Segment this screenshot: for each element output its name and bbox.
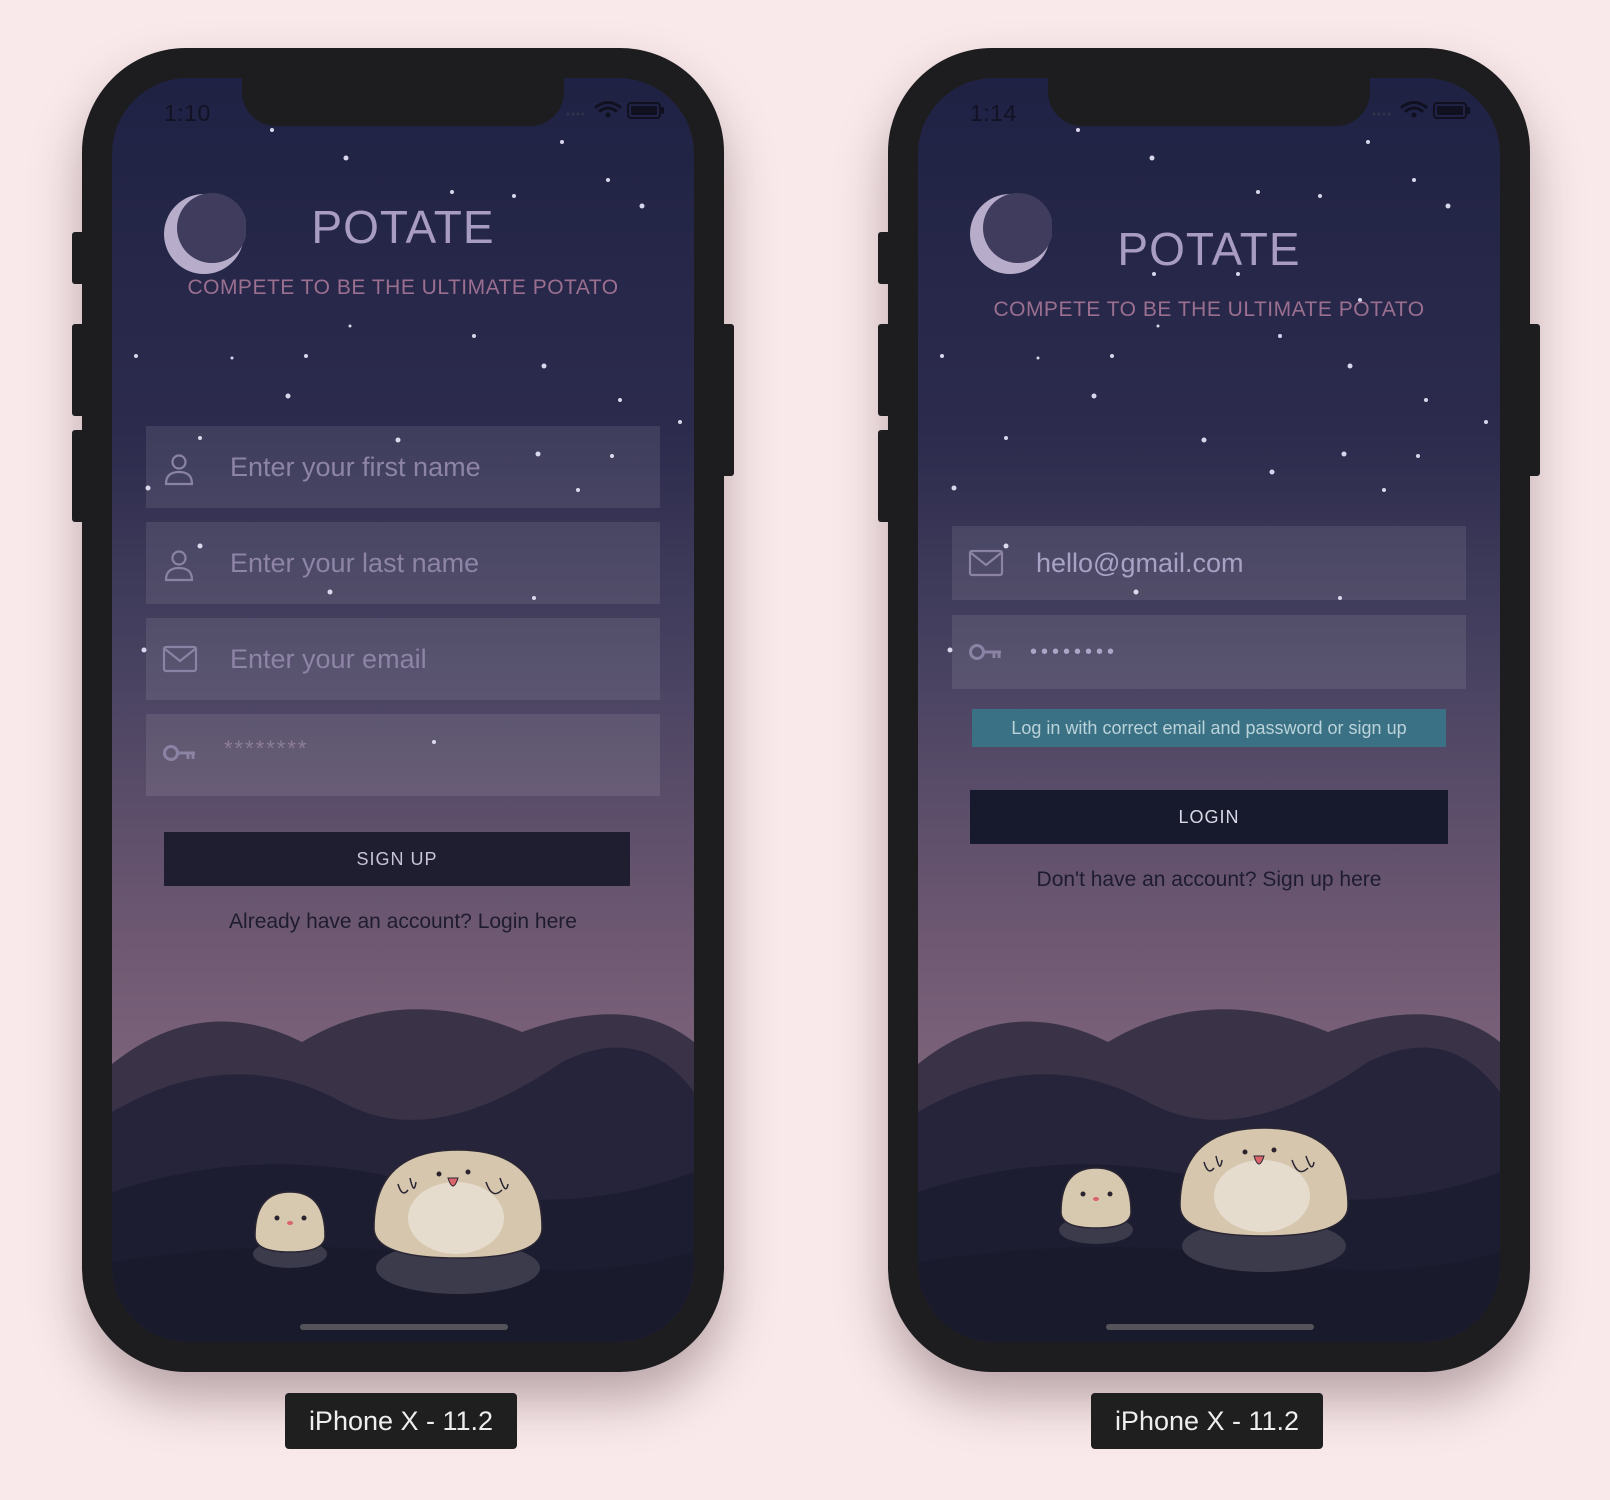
device-label-right: iPhone X - 11.2 [1091,1393,1323,1449]
phone-signup: 1:10 POTATE COMPETE TO BE THE ULTIMATE P… [72,48,734,1372]
email-field[interactable]: hello@gmail.com [952,526,1466,600]
last-name-field[interactable]: Enter your last name [146,522,660,604]
battery-icon [627,102,664,119]
phone-login: 1:14 POTATE COMPETE TO BE THE ULTIMATE P… [878,48,1540,1372]
hills-potato-illustration [112,1009,694,1342]
hills-potato-illustration [918,1009,1500,1342]
device-label-left: iPhone X - 11.2 [285,1393,517,1449]
signal-icon [566,112,585,116]
battery-icon [1433,102,1470,119]
key-icon [163,745,195,761]
notch [242,78,564,126]
big-potato [373,1149,543,1294]
login-screen: 1:14 POTATE COMPETE TO BE THE ULTIMATE P… [918,78,1500,1342]
app-title: POTATE [311,201,495,253]
app-title: POTATE [1117,223,1301,275]
user-icon [164,550,194,582]
email-value: hello@gmail.com [1036,548,1244,578]
status-time: 1:14 [970,100,1017,126]
last-name-placeholder: Enter your last name [230,548,480,578]
password-field[interactable]: ******** [146,714,660,796]
small-potato [253,1191,327,1268]
email-field[interactable]: Enter your email [146,618,660,700]
first-name-placeholder: Enter your first name [230,452,481,482]
email-placeholder: Enter your email [230,644,427,674]
password-field[interactable]: •••••••• [952,615,1466,689]
sign-up-button[interactable]: SIGN UP [164,832,630,886]
wifi-icon [594,101,622,113]
status-icons [562,98,672,129]
login-link[interactable]: Already have an account? Login here [112,910,694,934]
first-name-field[interactable]: Enter your first name [146,426,660,508]
wifi-icon [1400,101,1428,113]
notch [1048,78,1370,126]
home-indicator [300,1324,508,1330]
home-indicator [1106,1324,1314,1330]
sign-up-link[interactable]: Don't have an account? Sign up here [918,868,1500,892]
mail-icon [162,645,198,673]
password-value: •••••••• [1030,641,1119,663]
signup-screen: 1:10 POTATE COMPETE TO BE THE ULTIMATE P… [112,78,694,1342]
small-potato [1059,1167,1133,1244]
password-placeholder: ******** [224,736,309,761]
signal-icon [1372,112,1391,116]
user-icon [164,454,194,486]
status-time: 1:10 [164,100,211,126]
login-error-banner: Log in with correct email and password o… [972,709,1446,747]
big-potato [1179,1127,1349,1272]
status-icons [1368,98,1478,129]
login-button[interactable]: LOGIN [970,790,1448,844]
app-subtitle: COMPETE TO BE THE ULTIMATE POTATO [993,298,1425,321]
key-icon [969,644,1001,660]
app-subtitle: COMPETE TO BE THE ULTIMATE POTATO [187,276,619,299]
mail-icon [968,549,1004,577]
